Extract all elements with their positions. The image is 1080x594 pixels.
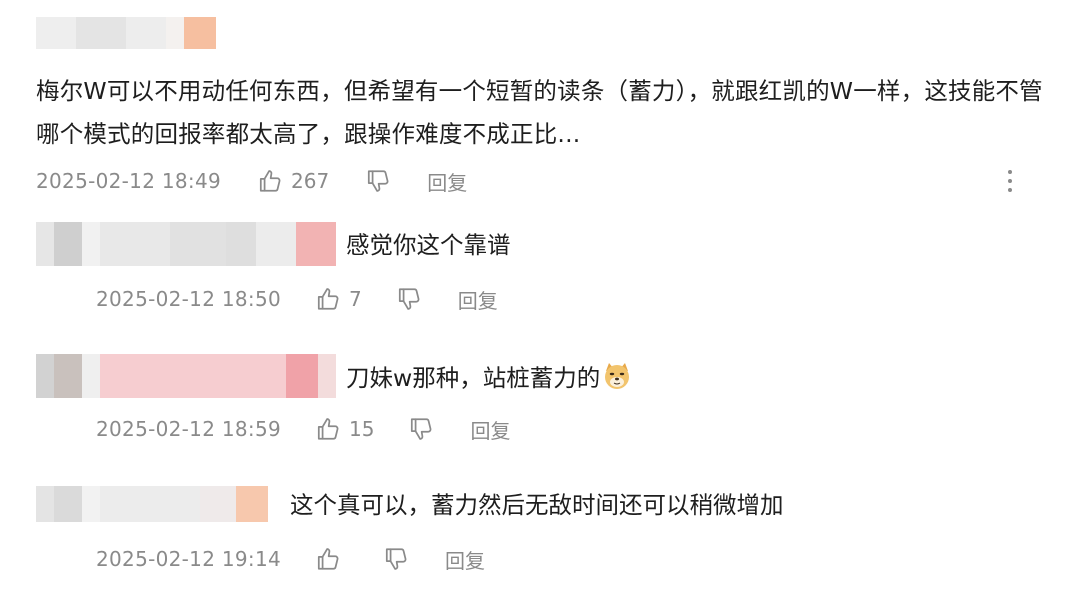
like-button[interactable]: 7: [315, 286, 362, 312]
dislike-button[interactable]: [408, 416, 434, 442]
reply-timestamp: 2025-02-12 18:50: [96, 287, 282, 311]
reply-meta: 2025-02-12 18:50 7 回复: [96, 284, 498, 314]
reply-text: 这个真可以，蓄力然后无敌时间还可以稍微增加: [290, 491, 784, 519]
reply-button[interactable]: 回复: [445, 545, 485, 574]
reply-button[interactable]: 回复: [470, 415, 510, 444]
dislike-button[interactable]: [365, 168, 391, 194]
like-count: 267: [291, 169, 330, 193]
doge-emoji-icon: [602, 361, 632, 398]
reply-timestamp: 2025-02-12 18:59: [96, 417, 282, 441]
reply-username-redacted[interactable]: [36, 486, 268, 522]
username-redacted[interactable]: [36, 17, 216, 49]
reply-text: 刀妹w那种，站桩蓄力的: [346, 361, 632, 398]
dislike-button[interactable]: [383, 546, 409, 572]
comment-thread: 梅尔W可以不用动任何东西，但希望有一个短暂的读条（蓄力），就跟红凯的W一样，这技…: [0, 0, 1080, 594]
reply-meta: 2025-02-12 18:59 15 回复: [96, 414, 510, 444]
reply-button[interactable]: 回复: [458, 285, 498, 314]
like-button[interactable]: 15: [315, 416, 374, 442]
comment-text: 梅尔W可以不用动任何东西，但希望有一个短暂的读条（蓄力），就跟红凯的W一样，这技…: [36, 77, 1043, 148]
like-count: 15: [349, 417, 375, 441]
thumbs-up-icon: [257, 168, 283, 194]
thumbs-down-icon: [408, 416, 434, 442]
reply-meta: 2025-02-12 19:14 回复: [96, 544, 485, 574]
thumbs-down-icon: [396, 286, 422, 312]
reply-text-content: 刀妹w那种，站桩蓄力的: [346, 364, 601, 392]
like-count: 7: [349, 287, 362, 311]
thumbs-up-icon: [315, 546, 341, 572]
reply-username-redacted[interactable]: [36, 354, 336, 398]
thumbs-up-icon: [315, 286, 341, 312]
like-button[interactable]: 267: [257, 168, 329, 194]
like-button[interactable]: [315, 546, 349, 572]
thumbs-down-icon: [383, 546, 409, 572]
reply-text: 感觉你这个靠谱: [346, 231, 511, 259]
more-vertical-icon[interactable]: [998, 166, 1022, 196]
reply-timestamp: 2025-02-12 19:14: [96, 547, 282, 571]
reply-username-redacted[interactable]: [36, 222, 336, 266]
comment-meta: 2025-02-12 18:49 267 回复: [36, 166, 467, 196]
dislike-button[interactable]: [396, 286, 422, 312]
thumbs-down-icon: [365, 168, 391, 194]
comment-timestamp: 2025-02-12 18:49: [36, 169, 222, 193]
thumbs-up-icon: [315, 416, 341, 442]
reply-button[interactable]: 回复: [427, 167, 467, 196]
